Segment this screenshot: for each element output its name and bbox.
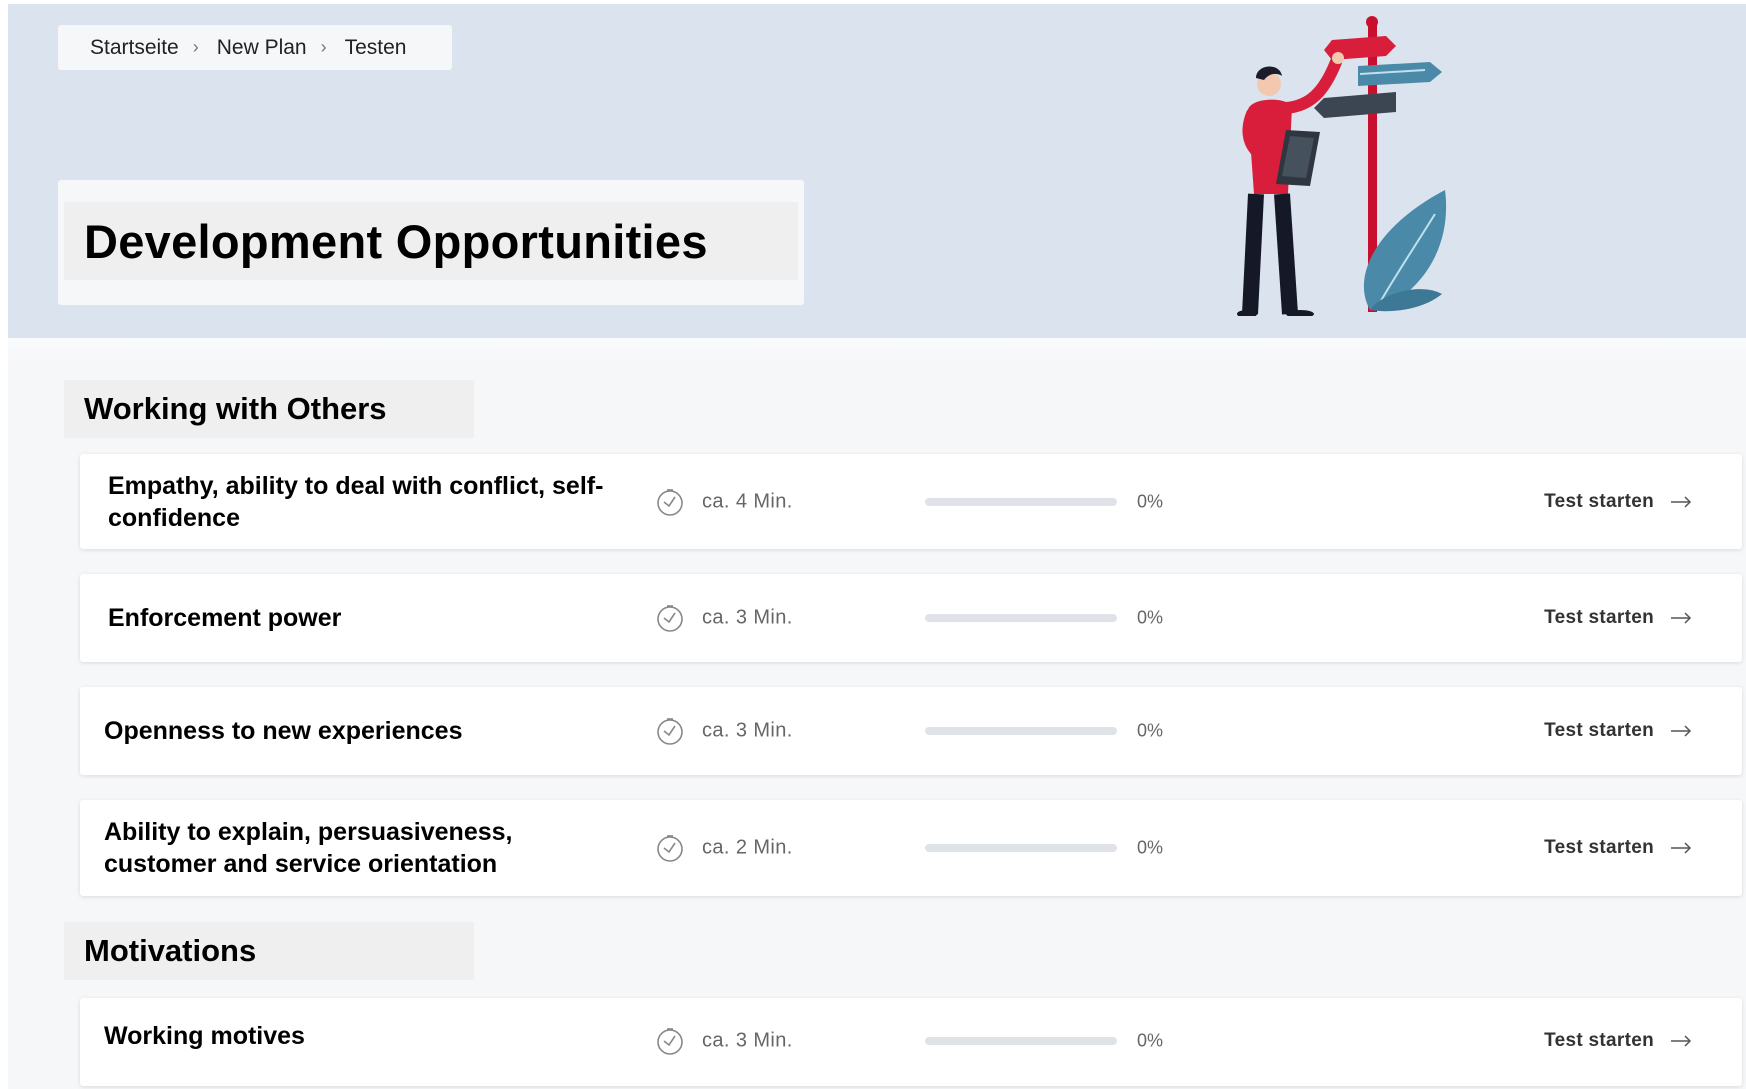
- start-test-label: Test starten: [1544, 837, 1654, 858]
- clock-icon: [657, 718, 683, 745]
- start-test-button[interactable]: Test starten: [1544, 720, 1692, 742]
- progress-percent: 0%: [1137, 720, 1164, 741]
- breadcrumb-item-current: Testen: [344, 35, 407, 59]
- progress-bar: [925, 614, 1117, 622]
- test-title: Openness to new experiences: [104, 717, 463, 745]
- test-row: Working motives ca. 3 Min. 0% Test start…: [80, 998, 1742, 1086]
- content-divider: [8, 338, 1746, 362]
- start-test-button[interactable]: Test starten: [1544, 491, 1692, 513]
- arrow-right-icon: [1671, 495, 1692, 508]
- arrow-right-icon: [1671, 1035, 1692, 1047]
- progress-bar: [925, 727, 1117, 735]
- page-title: Development Opportunities: [84, 214, 708, 268]
- duration-label: ca. 2 Min.: [702, 836, 793, 859]
- test-row: Openness to new experiences ca. 3 Min. 0…: [80, 687, 1742, 775]
- section-heading-motivations: Motivations: [64, 922, 474, 980]
- clock-icon: [657, 605, 683, 632]
- clock-icon: [657, 1028, 683, 1055]
- progress-percent: 0%: [1137, 607, 1164, 628]
- start-test-label: Test starten: [1544, 607, 1654, 628]
- progress-percent: 0%: [1137, 1030, 1164, 1051]
- test-title: Working motives: [104, 1022, 305, 1050]
- test-row: Enforcement power ca. 3 Min. 0% Test sta…: [80, 574, 1742, 662]
- duration-label: ca. 3 Min.: [702, 606, 793, 629]
- test-title: Enforcement power: [108, 604, 342, 632]
- progress-percent: 0%: [1137, 837, 1164, 858]
- test-title: Empathy, ability to deal with conflict, …: [108, 471, 604, 532]
- duration-label: ca. 3 Min.: [702, 719, 793, 742]
- duration-label: ca. 3 Min.: [702, 1029, 793, 1052]
- breadcrumb: Startseite › New Plan › Testen: [58, 25, 452, 70]
- arrow-right-icon: [1671, 842, 1692, 854]
- start-test-label: Test starten: [1544, 490, 1654, 512]
- breadcrumb-item-home[interactable]: Startseite: [90, 36, 179, 60]
- breadcrumb-item-plan[interactable]: New Plan: [217, 36, 307, 60]
- progress-bar: [925, 844, 1117, 852]
- start-test-label: Test starten: [1544, 1030, 1654, 1051]
- progress-bar: [925, 497, 1117, 506]
- start-test-button[interactable]: Test starten: [1544, 837, 1692, 859]
- chevron-right-icon: ›: [320, 37, 327, 57]
- start-test-button[interactable]: Test starten: [1544, 607, 1692, 629]
- test-row: Ability to explain, persuasiveness, cust…: [80, 800, 1742, 896]
- arrow-right-icon: [1671, 725, 1692, 737]
- arrow-right-icon: [1671, 612, 1692, 624]
- clock-icon: [657, 488, 683, 516]
- section-heading-working-with-others: Working with Others: [64, 380, 474, 438]
- title-highlight: Development Opportunities: [64, 202, 798, 280]
- duration-label: ca. 4 Min.: [702, 490, 793, 512]
- clock-icon: [657, 835, 683, 862]
- start-test-button[interactable]: Test starten: [1544, 1030, 1692, 1052]
- signpost-illustration: [1237, 16, 1447, 316]
- chevron-right-icon: ›: [192, 37, 199, 57]
- test-row: Empathy, ability to deal with conflict, …: [80, 454, 1742, 549]
- start-test-label: Test starten: [1544, 720, 1654, 741]
- test-title: Ability to explain, persuasiveness, cust…: [104, 818, 513, 878]
- title-card: Development Opportunities: [58, 180, 804, 305]
- progress-bar: [925, 1037, 1117, 1045]
- progress-percent: 0%: [1137, 491, 1164, 511]
